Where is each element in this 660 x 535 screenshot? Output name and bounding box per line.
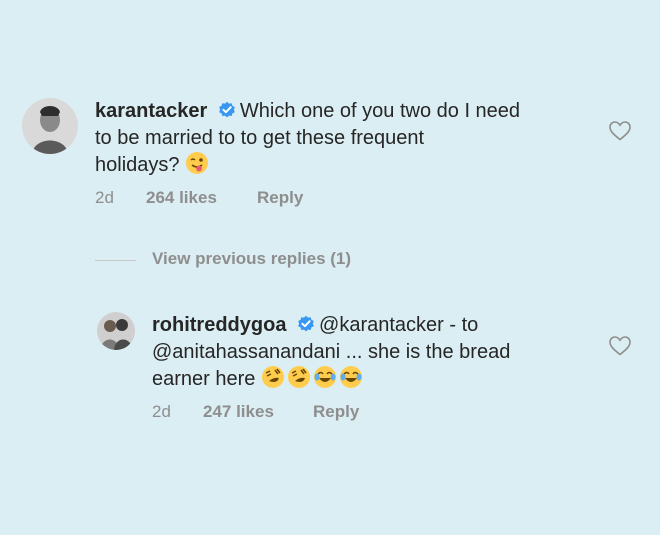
joy-emoji-icon: [339, 365, 363, 396]
reply-button[interactable]: Reply: [313, 402, 359, 422]
comment-text-line: Which one of you two do I need: [239, 100, 521, 122]
rofl-emoji-icon: [287, 365, 311, 396]
comment-text-line: to be married to to get these frequent: [95, 127, 425, 149]
comment-time: 2d: [95, 188, 114, 207]
comment-username[interactable]: karantacker: [95, 100, 207, 122]
rofl-emoji-icon: [261, 365, 285, 396]
comment-text-line: holidays?: [95, 154, 180, 176]
avatar-photo: [97, 312, 135, 350]
verified-badge-icon: [297, 315, 315, 340]
like-heart-icon[interactable]: [609, 336, 631, 361]
divider-line: [95, 260, 136, 261]
likes-count[interactable]: 247 likes: [203, 402, 274, 422]
avatar-photo: [22, 98, 78, 154]
likes-count[interactable]: 264 likes: [146, 188, 217, 208]
view-replies-label[interactable]: View previous replies (1): [152, 249, 351, 269]
winking-tongue-emoji-icon: [185, 151, 209, 182]
comment-text-line: @anitahassanandani ... she is the bread: [152, 341, 511, 363]
comment-text-line: earner here: [152, 368, 256, 390]
joy-emoji-icon: [313, 365, 337, 396]
like-heart-icon[interactable]: [609, 121, 631, 146]
avatar[interactable]: [22, 98, 78, 154]
comment-time: 2d: [152, 402, 171, 421]
comment-text-line: @karantacker - to: [319, 314, 479, 336]
verified-badge-icon: [218, 101, 236, 126]
comment-username[interactable]: rohitreddygoa: [152, 314, 286, 336]
reply-button[interactable]: Reply: [257, 188, 303, 208]
avatar[interactable]: [97, 312, 135, 350]
